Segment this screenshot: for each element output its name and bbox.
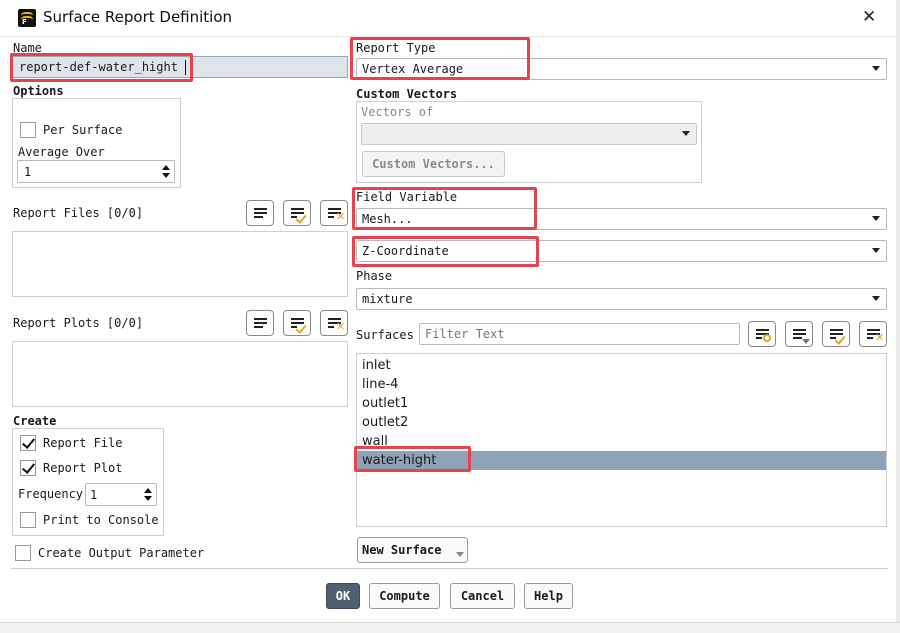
new-surface-label: New Surface (362, 543, 442, 557)
cancel-button[interactable]: Cancel (450, 583, 515, 609)
report-plots-list[interactable] (12, 341, 348, 407)
phase-value: mixture (362, 292, 413, 306)
footer-divider (11, 568, 888, 569)
report-plots-label: Report Plots [0/0] (13, 316, 144, 330)
chevron-down-icon (872, 296, 880, 301)
window-title: Surface Report Definition (43, 8, 233, 26)
title-bar: F Surface Report Definition ✕ (0, 0, 900, 36)
custom-vectors-label: Custom Vectors (356, 87, 458, 101)
surface-item[interactable]: inlet (357, 356, 886, 375)
report-file-label: Report File (43, 436, 123, 450)
frequency-value: 1 (90, 488, 98, 502)
dialog-right-border (896, 0, 900, 622)
report-files-select-all-button[interactable] (283, 200, 311, 226)
phase-dropdown[interactable]: mixture (356, 288, 887, 310)
report-files-list[interactable] (12, 231, 348, 297)
fluent-app-icon: F (18, 9, 36, 27)
frequency-stepper[interactable]: 1 (85, 483, 157, 506)
stepper-down-icon[interactable] (144, 496, 152, 501)
surfaces-select-all-button[interactable] (822, 321, 850, 347)
frequency-label: Frequency (18, 487, 84, 501)
list-icon (254, 318, 267, 330)
surfaces-list[interactable]: inlet line-4 outlet1 outlet2 wall water-… (356, 353, 887, 527)
highlight-field-variable (352, 187, 537, 230)
list-icon (254, 208, 267, 220)
chevron-down-icon (456, 552, 464, 557)
average-over-label: Average Over (18, 145, 105, 159)
close-icon[interactable]: ✕ (862, 7, 876, 27)
report-plots-list-button[interactable] (246, 310, 274, 336)
options-label: Options (13, 84, 64, 98)
report-plots-select-all-button[interactable] (283, 310, 311, 336)
custom-vectors-button: Custom Vectors... (362, 151, 505, 177)
highlight-report-type (350, 37, 530, 80)
chevron-down-icon (682, 131, 690, 136)
create-label: Create (13, 414, 57, 428)
help-button[interactable]: Help (524, 583, 573, 609)
report-files-list-button[interactable] (246, 200, 274, 226)
per-surface-checkbox[interactable] (20, 122, 36, 138)
highlight-selected-surface (354, 446, 471, 472)
per-surface-label: Per Surface (43, 123, 123, 137)
new-surface-button[interactable]: New Surface (357, 537, 468, 563)
report-file-checkbox[interactable] (20, 435, 36, 451)
chevron-down-icon (872, 248, 880, 253)
surfaces-filter-button[interactable] (748, 321, 776, 347)
stepper-down-icon[interactable] (162, 173, 170, 178)
surfaces-deselect-button[interactable]: ✕ (859, 321, 887, 347)
surfaces-label: Surfaces (356, 328, 414, 342)
report-plot-label: Report Plot (43, 461, 123, 475)
surface-item[interactable]: outlet1 (357, 394, 886, 413)
print-to-console-checkbox[interactable] (20, 512, 36, 528)
create-output-parameter-label: Create Output Parameter (38, 546, 205, 560)
compute-button[interactable]: Compute (369, 583, 440, 609)
background-strip (0, 622, 900, 633)
vectors-of-dropdown (361, 123, 697, 145)
chevron-down-icon (872, 66, 880, 71)
phase-label: Phase (356, 269, 393, 283)
surface-item[interactable]: line-4 (357, 375, 886, 394)
stepper-up-icon[interactable] (144, 488, 152, 493)
surface-item[interactable]: outlet2 (357, 413, 886, 432)
chevron-down-icon (872, 216, 880, 221)
report-plots-deselect-button[interactable]: ✕ (320, 310, 348, 336)
create-output-parameter-checkbox[interactable] (15, 545, 31, 561)
print-to-console-label: Print to Console (43, 513, 159, 527)
highlight-name (10, 53, 193, 82)
surfaces-filter-input[interactable] (419, 323, 740, 345)
highlight-field-variable-value (352, 236, 539, 267)
stepper-up-icon[interactable] (162, 165, 170, 170)
ok-button[interactable]: OK (326, 583, 360, 609)
report-plot-checkbox[interactable] (20, 460, 36, 476)
surfaces-group-button[interactable] (785, 321, 813, 347)
average-over-value: 1 (24, 165, 32, 179)
report-files-label: Report Files [0/0] (13, 206, 144, 220)
vectors-of-label: Vectors of (361, 105, 434, 119)
average-over-stepper[interactable]: 1 (17, 160, 175, 183)
report-files-deselect-button[interactable]: ✕ (320, 200, 348, 226)
